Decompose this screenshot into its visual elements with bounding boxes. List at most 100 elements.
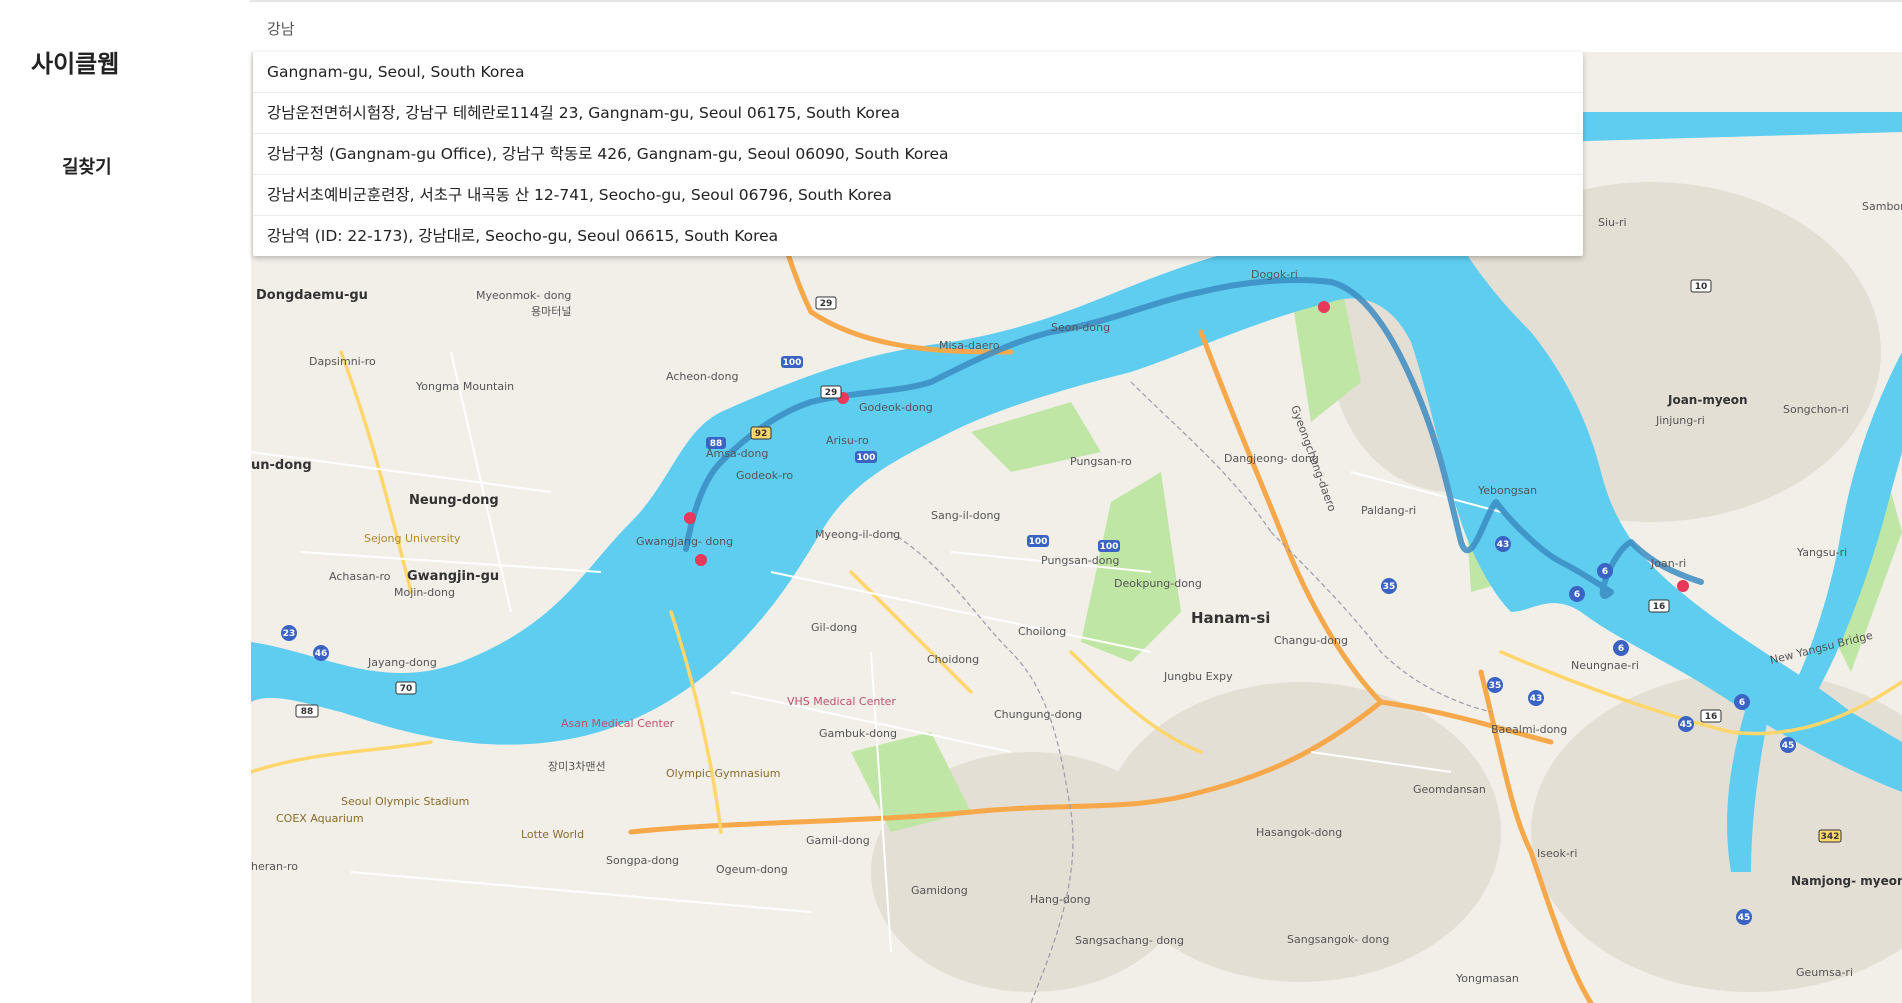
- label-songpa: Songpa-dong: [606, 854, 679, 867]
- suggestion-item[interactable]: 강남역 (ID: 22-173), 강남대로, Seocho-gu, Seoul…: [253, 216, 1583, 256]
- label-joan-myeon: Joan-myeon: [1667, 393, 1748, 407]
- label-sangsachang: Sangsachang- dong: [1075, 934, 1184, 947]
- label-olympic-stadium: Seoul Olympic Stadium: [341, 795, 469, 808]
- label-mangu: 용마터널: [531, 305, 571, 318]
- label-dogok: Dogok-ri: [1251, 268, 1298, 281]
- label-vhs: VHS Medical Center: [787, 695, 896, 708]
- label-songchon: Songchon-ri: [1783, 403, 1849, 416]
- label-yangsu: Yangsu-ri: [1796, 546, 1847, 559]
- label-geomdansan: Geomdansan: [1413, 783, 1486, 796]
- label-achasan: Achasan-ro: [329, 570, 391, 583]
- label-geumsa: Geumsa-ri: [1796, 966, 1853, 979]
- label-acheon: Acheon-dong: [666, 370, 738, 383]
- suggestion-item[interactable]: 강남서초예비군훈련장, 서초구 내곡동 산 12-741, Seocho-gu,…: [253, 175, 1583, 216]
- label-gambuk: Gambuk-dong: [819, 727, 897, 740]
- svg-text:35: 35: [1489, 681, 1502, 691]
- svg-text:23: 23: [283, 629, 296, 639]
- label-sangsangok: Sangsangok- dong: [1287, 933, 1389, 946]
- svg-text:342: 342: [1821, 832, 1840, 842]
- svg-text:29: 29: [825, 388, 838, 398]
- svg-text:29: 29: [820, 299, 833, 309]
- svg-text:100: 100: [1029, 537, 1048, 547]
- label-paldang: Paldang-ri: [1361, 504, 1416, 517]
- label-deokpung: Deokpung-dong: [1114, 577, 1202, 590]
- label-gangdong: Gwangjang- dong: [636, 535, 733, 548]
- label-neung: Neung-dong: [409, 493, 499, 508]
- search-suggestions: Gangnam-gu, Seoul, South Korea 강남운전면허시험장…: [253, 52, 1583, 256]
- svg-text:70: 70: [400, 684, 413, 694]
- label-myeonmok: Myeonmok- dong: [476, 289, 571, 302]
- svg-text:46: 46: [315, 649, 328, 659]
- suggestion-item[interactable]: 강남구청 (Gangnam-gu Office), 강남구 학동로 426, G…: [253, 134, 1583, 175]
- label-myeongil: Myeong-il-dong: [815, 528, 900, 541]
- svg-text:16: 16: [1705, 712, 1718, 722]
- label-hasangok: Hasangok-dong: [1256, 826, 1342, 839]
- label-pungsan: Pungsan-ro: [1070, 455, 1132, 468]
- svg-text:100: 100: [783, 358, 802, 368]
- nav-item-directions[interactable]: 길찾기: [62, 153, 112, 179]
- svg-text:45: 45: [1738, 913, 1751, 923]
- label-neungnae: Neungnae-ri: [1571, 659, 1639, 672]
- label-arisu: Arisu-ro: [826, 434, 869, 447]
- label-godeok-ro: Godeok-ro: [736, 469, 793, 482]
- label-choidong: Choidong: [927, 653, 979, 666]
- label-ogeum: Ogeum-dong: [716, 863, 788, 876]
- label-dangjeong: Dangjeong- dong: [1224, 452, 1319, 465]
- label-chungung: Chungung-dong: [994, 708, 1082, 721]
- label-janmi: 장미3차맨션: [548, 760, 606, 773]
- svg-text:100: 100: [857, 453, 876, 463]
- label-gamidong: Gamidong: [911, 884, 968, 897]
- label-hanam: Hanam-si: [1191, 609, 1270, 627]
- svg-text:88: 88: [301, 707, 314, 717]
- label-seon: Seon-dong: [1051, 321, 1110, 334]
- label-godeok: Godeok-dong: [859, 401, 933, 414]
- label-sangil: Sang-il-dong: [931, 509, 1000, 522]
- label-namjong: Namjong- myeon: [1791, 874, 1902, 888]
- sidebar: 사이클웹 길찾기: [0, 0, 250, 1003]
- label-choilong: Choilong: [1018, 625, 1066, 638]
- label-gamil: Gamil-dong: [806, 834, 870, 847]
- label-jinjung: Jinjung-ri: [1655, 414, 1705, 427]
- label-pungsan-dong: Pungsan-dong: [1041, 554, 1119, 567]
- svg-text:6: 6: [1618, 644, 1624, 654]
- label-dapsimni: Dapsimni-ro: [309, 355, 376, 368]
- app-brand[interactable]: 사이클웹: [31, 44, 119, 79]
- svg-text:45: 45: [1680, 720, 1693, 730]
- label-misa: Misa-daero: [939, 339, 1000, 352]
- label-asan: Asan Medical Center: [561, 717, 675, 730]
- label-coex: COEX Aquarium: [276, 812, 364, 825]
- top-border: [0, 0, 1902, 2]
- label-lotte: Lotte World: [521, 828, 584, 841]
- svg-text:16: 16: [1653, 602, 1666, 612]
- label-yongmasan: Yongmasan: [1455, 972, 1519, 985]
- label-yebongsan: Yebongsan: [1477, 484, 1537, 497]
- label-sambong: Sambong-ri: [1862, 200, 1902, 213]
- label-jayang: Jayang-dong: [367, 656, 437, 669]
- svg-text:10: 10: [1695, 282, 1708, 292]
- label-amsa: Amsa-dong: [706, 447, 768, 460]
- label-hang: Hang-dong: [1030, 893, 1091, 906]
- label-baealmi: Baealmi-dong: [1491, 723, 1567, 736]
- label-mojin: Mojin-dong: [394, 586, 455, 599]
- label-dongdaemu: Dongdaemu-gu: [256, 288, 368, 303]
- label-joan-ri: Joan-ri: [1650, 557, 1686, 570]
- suggestion-item[interactable]: Gangnam-gu, Seoul, South Korea: [253, 52, 1583, 93]
- label-changu: Changu-dong: [1274, 634, 1348, 647]
- label-olympic-gym: Olympic Gymnasium: [666, 767, 780, 780]
- svg-text:43: 43: [1497, 540, 1510, 550]
- svg-text:6: 6: [1602, 567, 1608, 577]
- svg-text:43: 43: [1530, 694, 1543, 704]
- svg-text:100: 100: [1100, 542, 1119, 552]
- label-cheran: heran-ro: [251, 860, 298, 873]
- svg-text:92: 92: [755, 429, 768, 439]
- suggestion-item[interactable]: 강남운전면허시험장, 강남구 테헤란로114길 23, Gangnam-gu, …: [253, 93, 1583, 134]
- label-siu: Siu-ri: [1598, 216, 1627, 229]
- svg-text:35: 35: [1383, 582, 1396, 592]
- search-input[interactable]: [253, 13, 1893, 43]
- svg-text:6: 6: [1739, 698, 1745, 708]
- label-iseok: Iseok-ri: [1537, 847, 1577, 860]
- label-dongdaemu-west: un-dong: [251, 458, 312, 473]
- svg-text:6: 6: [1574, 590, 1580, 600]
- label-gwangjin: Gwangjin-gu: [407, 569, 499, 584]
- label-yongma-mtn: Yongma Mountain: [415, 380, 514, 393]
